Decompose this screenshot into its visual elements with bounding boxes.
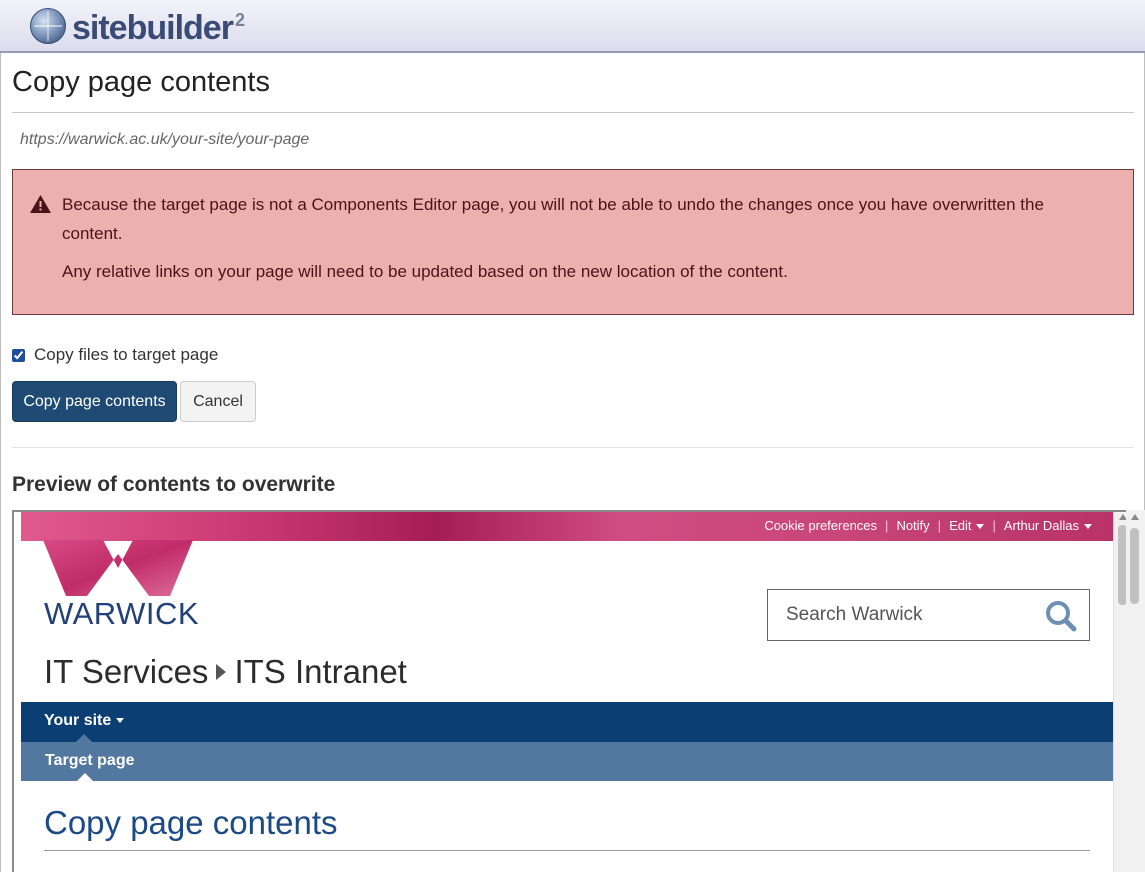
search-box[interactable]: [767, 589, 1090, 641]
nav-pointer: [76, 734, 92, 742]
alert-message-links: Any relative links on your page will nee…: [62, 262, 788, 281]
cookie-preferences-link[interactable]: Cookie preferences: [764, 518, 877, 533]
title-divider: [12, 112, 1134, 113]
util-separator: |: [885, 518, 889, 533]
notify-link[interactable]: Notify: [896, 518, 929, 533]
primary-nav: Your site: [21, 702, 1113, 742]
search-input[interactable]: [768, 590, 1038, 640]
warning-icon: [30, 195, 51, 213]
preview-page: Cookie preferences | Notify | Edit | Art…: [21, 512, 1113, 872]
edit-menu-label: Edit: [949, 518, 972, 533]
util-separator: |: [937, 518, 942, 533]
secondary-nav: Target page: [21, 742, 1113, 781]
copy-files-checkbox[interactable]: [12, 348, 25, 362]
page-title: Copy page contents: [12, 66, 270, 98]
breadcrumb-arrow-icon: [216, 664, 227, 680]
edit-menu[interactable]: Edit: [949, 518, 985, 533]
breadcrumb-parent[interactable]: IT Services: [44, 653, 208, 691]
sitebuilder-wordmark: sitebuilder: [72, 9, 234, 47]
globe-icon: [30, 8, 66, 44]
warwick-logo-mark[interactable]: [43, 540, 193, 597]
caret-down-icon: [976, 524, 985, 530]
sitebuilder-banner: sitebuilder 2: [0, 0, 1145, 53]
preview-frame[interactable]: Cookie preferences | Notify | Edit | Art…: [12, 510, 1134, 872]
section-divider: [12, 447, 1134, 448]
preview-content-title: Copy page contents: [44, 804, 338, 841]
page-scrollbar[interactable]: [1126, 510, 1145, 872]
frame-border-left: [0, 53, 1, 872]
user-menu[interactable]: Arthur Dallas: [1004, 518, 1092, 533]
alert-message-undo: Because the target page is not a Compone…: [62, 195, 1044, 243]
copy-files-option[interactable]: Copy files to target page: [12, 345, 218, 365]
cancel-button[interactable]: Cancel: [180, 381, 256, 422]
nav-target-page[interactable]: Target page: [45, 752, 135, 770]
page-url: https://warwick.ac.uk/your-site/your-pag…: [20, 131, 310, 148]
nav-pointer: [77, 773, 93, 781]
site-breadcrumb: IT Services ITS Intranet: [44, 653, 407, 691]
user-name: Arthur Dallas: [1003, 518, 1079, 533]
scroll-up-arrow-icon[interactable]: [1131, 514, 1139, 520]
caret-down-icon: [1084, 524, 1092, 530]
copy-files-label: Copy files to target page: [34, 345, 219, 364]
nav-your-site[interactable]: Your site: [44, 712, 125, 730]
page-scroll-thumb[interactable]: [1130, 528, 1139, 604]
warning-alert: Because the target page is not a Compone…: [12, 169, 1134, 315]
search-icon[interactable]: [1045, 600, 1077, 632]
preview-title-divider: [44, 850, 1090, 851]
warwick-wordmark[interactable]: WARWICK: [44, 596, 199, 632]
util-separator: |: [992, 518, 996, 533]
sitebuilder-logo[interactable]: sitebuilder 2: [30, 8, 245, 48]
copy-page-contents-button[interactable]: Copy page contents: [12, 381, 177, 422]
warwick-utility-bar: Cookie preferences | Notify | Edit | Art…: [21, 512, 1113, 541]
preview-heading: Preview of contents to overwrite: [12, 473, 336, 496]
nav-your-site-label: Your site: [44, 712, 112, 729]
caret-down-icon: [116, 718, 125, 724]
breadcrumb-current[interactable]: ITS Intranet: [234, 653, 406, 691]
sitebuilder-version: 2: [234, 10, 245, 30]
